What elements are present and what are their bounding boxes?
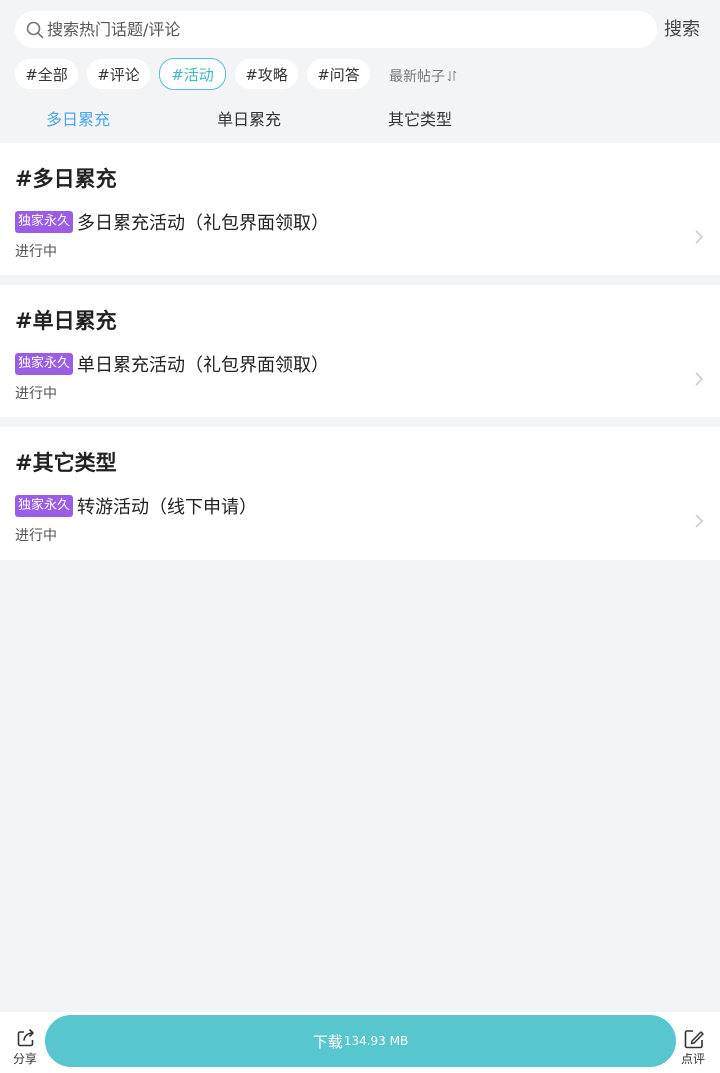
list-item[interactable]: 独家永久 多日累充活动（礼包界面领取） 进行中 [0,203,720,275]
item-title: 转游活动（线下申请） [77,497,257,518]
download-label: 下载 [312,1032,343,1051]
chevron-right-icon [695,230,703,244]
bottom-bar: 分享 下载 134.93 MB 点评 [0,1012,720,1073]
list-item[interactable]: 独家永久 单日累充活动（礼包界面领取） 进行中 [0,345,720,417]
section-title: #其它类型 [15,451,117,475]
chevron-right-icon [695,514,703,528]
item-title: 单日累充活动（礼包界面领取） [77,355,329,376]
share-label: 分享 [13,1052,38,1066]
comment-label: 点评 [681,1052,706,1066]
section-other-types: #其它类型 独家永久 转游活动（线下申请） 进行中 [0,427,720,560]
sort-toggle[interactable]: 最新帖子 [389,66,457,86]
list-item[interactable]: 独家永久 转游活动（线下申请） 进行中 [0,487,720,559]
section-multi-day-recharge: #多日累充 独家永久 多日累充活动（礼包界面领取） 进行中 [0,143,720,275]
download-button[interactable]: 下载 134.93 MB [45,1015,676,1067]
tab-single-day-recharge[interactable]: 单日累充 [217,105,281,135]
item-status: 进行中 [15,528,57,544]
tag-guide[interactable]: #攻略 [235,59,298,89]
item-status: 进行中 [15,386,57,402]
page: 搜索 #全部 #评论 #活动 #攻略 #问答 最新帖子 多日累充 单日累充 其它… [0,0,720,1073]
search-row: 搜索 [0,0,720,60]
search-box[interactable] [15,11,657,48]
search-icon [26,21,44,39]
comment-button[interactable]: 点评 [678,1028,710,1068]
download-size: 134.93 MB [343,1034,409,1048]
exclusive-badge: 独家永久 [15,211,74,233]
tag-filter-row: #全部 #评论 #活动 #攻略 #问答 最新帖子 [0,58,720,92]
sort-label: 最新帖子 [389,69,445,85]
exclusive-badge: 独家永久 [15,495,74,517]
chevron-right-icon [695,372,703,386]
item-status: 进行中 [15,244,57,260]
section-title: #单日累充 [15,309,117,333]
tab-other-types[interactable]: 其它类型 [388,105,452,135]
tag-all[interactable]: #全部 [15,59,78,89]
sort-arrows-icon [447,70,457,82]
share-button[interactable]: 分享 [10,1028,42,1068]
edit-icon [684,1030,704,1049]
tag-activity[interactable]: #活动 [159,58,226,90]
search-button[interactable]: 搜索 [664,16,714,44]
tab-multi-day-recharge[interactable]: 多日累充 [46,105,110,135]
section-title: #多日累充 [15,167,117,191]
tag-comment[interactable]: #评论 [87,59,150,89]
tag-qa[interactable]: #问答 [307,59,370,89]
section-single-day-recharge: #单日累充 独家永久 单日累充活动（礼包界面领取） 进行中 [0,285,720,417]
search-input[interactable] [47,11,647,48]
category-tabs: 多日累充 单日累充 其它类型 [0,105,720,135]
share-icon [17,1029,34,1047]
exclusive-badge: 独家永久 [15,353,74,375]
item-title: 多日累充活动（礼包界面领取） [77,213,329,234]
